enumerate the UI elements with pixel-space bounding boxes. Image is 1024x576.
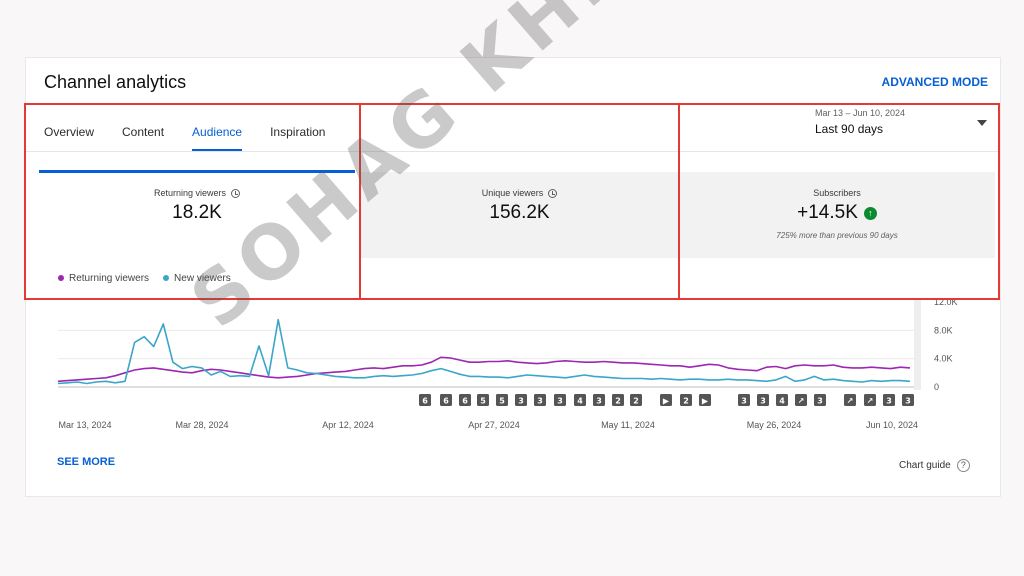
x-tick-label: Jun 10, 2024	[866, 420, 918, 430]
event-marker-label: 3	[557, 397, 563, 406]
event-marker-label: 3	[905, 397, 911, 406]
help-icon: ?	[956, 459, 970, 472]
x-tick-label: Apr 12, 2024	[322, 420, 374, 430]
chart-guide-link[interactable]: Chart guide?	[899, 459, 970, 472]
event-marker-label: 2	[633, 397, 639, 406]
event-marker-label: 3	[886, 397, 892, 406]
series-new-line	[57, 318, 911, 385]
event-marker-label: ↗	[847, 397, 854, 406]
y-axis-band	[914, 300, 921, 390]
x-tick-label: Mar 28, 2024	[175, 420, 228, 430]
event-marker-label: 4	[779, 397, 785, 406]
event-marker-label: 3	[518, 397, 524, 406]
y-tick-label: 8.0K	[934, 325, 953, 335]
event-marker-label: 2	[615, 397, 621, 406]
event-marker-label: ▶	[702, 397, 709, 406]
event-marker-label: ↗	[867, 397, 874, 406]
event-marker-label: 5	[499, 397, 505, 406]
event-marker-label: 3	[760, 397, 766, 406]
y-tick-label: 4.0K	[934, 354, 953, 364]
event-marker-label: 3	[817, 397, 823, 406]
event-marker-label: 6	[422, 397, 428, 406]
see-more-link[interactable]: SEE MORE	[57, 456, 115, 468]
x-tick-label: May 11, 2024	[601, 420, 655, 430]
event-marker-label: 4	[577, 397, 583, 406]
event-marker-label: 6	[462, 397, 468, 406]
highlight-box-unique	[359, 103, 680, 300]
event-marker-label: 2	[683, 397, 689, 406]
x-tick-label: Mar 13, 2024	[58, 420, 111, 430]
event-marker-label: 3	[596, 397, 602, 406]
event-marker-label: 3	[741, 397, 747, 406]
x-tick-label: Apr 27, 2024	[468, 420, 520, 430]
event-marker-label: ↗	[798, 397, 805, 406]
chart-guide-label: Chart guide	[899, 460, 951, 471]
event-marker-label: 5	[480, 397, 486, 406]
y-tick-label: 0	[934, 382, 939, 392]
event-marker-label: 6	[443, 397, 449, 406]
highlight-box-returning	[24, 103, 361, 300]
event-marker-label: ▶	[663, 397, 670, 406]
x-tick-label: May 26, 2024	[747, 420, 802, 430]
event-marker-label: 3	[537, 397, 543, 406]
highlight-box-subscribers	[678, 103, 1000, 300]
